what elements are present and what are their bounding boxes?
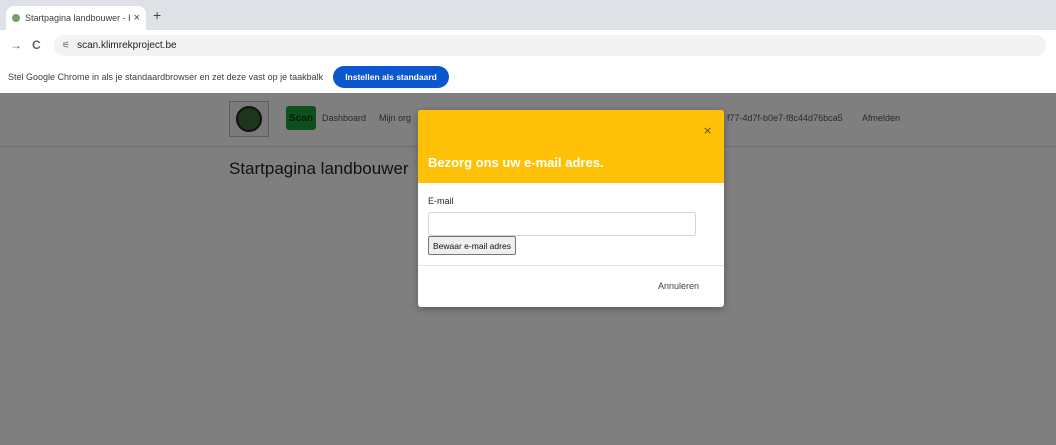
forward-icon[interactable]: → <box>10 38 22 52</box>
email-modal: × Bezorg ons uw e-mail adres. E-mail Bew… <box>418 110 724 307</box>
browser-toolbar: → C ⚟ scan.klimrekproject.be <box>0 30 1056 62</box>
tab-title: Startpagina landbouwer - Klim <box>25 13 130 23</box>
email-field[interactable] <box>428 212 696 236</box>
close-icon[interactable]: × <box>703 124 712 137</box>
new-tab-icon[interactable]: + <box>153 7 161 23</box>
tab-close-icon[interactable]: × <box>134 12 140 24</box>
favicon-icon <box>12 14 20 22</box>
browser-tab[interactable]: Startpagina landbouwer - Klim × <box>6 6 146 30</box>
default-browser-infobar: Stel Google Chrome in als je standaardbr… <box>0 61 1056 94</box>
infobar-message: Stel Google Chrome in als je standaardbr… <box>8 72 324 82</box>
modal-title: Bezorg ons uw e-mail adres. <box>428 155 604 170</box>
cancel-button[interactable]: Annuleren <box>658 281 699 291</box>
url-text: scan.klimrekproject.be <box>77 40 177 51</box>
tune-icon[interactable]: ⚟ <box>62 40 70 51</box>
set-default-button[interactable]: Instellen als standaard <box>333 66 449 88</box>
address-bar[interactable]: ⚟ scan.klimrekproject.be <box>54 35 1046 56</box>
browser-tab-strip: Startpagina landbouwer - Klim × + <box>0 0 1056 30</box>
modal-header: × Bezorg ons uw e-mail adres. <box>418 110 724 183</box>
modal-footer: Annuleren <box>418 265 724 307</box>
email-label: E-mail <box>428 196 454 206</box>
save-email-button[interactable]: Bewaar e-mail adres <box>428 236 516 255</box>
reload-icon[interactable]: C <box>32 38 41 52</box>
